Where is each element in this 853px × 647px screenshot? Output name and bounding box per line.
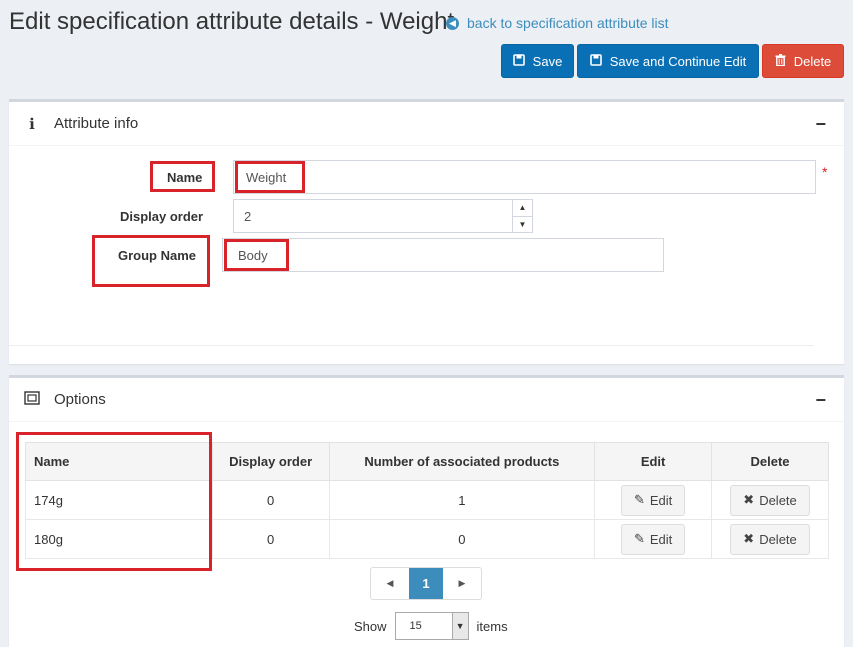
collapse-icon[interactable]: − <box>815 114 826 135</box>
display-order-input[interactable]: 2 ▲ ▼ <box>233 199 533 233</box>
page-title: Edit specification attribute details - W… <box>9 8 455 35</box>
items-label: items <box>476 618 508 634</box>
table-row: 174g 0 1 ✎ Edit ✖ Delete <box>25 480 829 520</box>
column-header-display-order[interactable]: Display order <box>211 442 330 481</box>
options-header[interactable]: Options − <box>9 378 844 422</box>
delete-button[interactable]: Delete <box>762 44 844 78</box>
display-order-value: 2 <box>244 208 252 224</box>
delete-row-button[interactable]: ✖ Delete <box>730 484 810 516</box>
column-header-delete: Delete <box>711 442 829 481</box>
edit-label: Edit <box>649 492 673 508</box>
next-page-button[interactable]: ▶ <box>443 568 481 599</box>
page-size-row: Show 15 ▼ items <box>354 612 508 640</box>
attribute-info-title: Attribute info <box>54 115 139 132</box>
arrow-circle-left-icon: ◀ <box>446 16 459 30</box>
delete-cell: ✖ Delete <box>711 519 829 559</box>
delete-cell: ✖ Delete <box>711 480 829 520</box>
back-to-list-link[interactable]: ◀ back to specification attribute list <box>446 15 669 31</box>
delete-row-label: Delete <box>759 492 797 508</box>
close-icon: ✖ <box>743 531 755 546</box>
name-input[interactable]: Weight <box>233 160 816 194</box>
delete-row-button[interactable]: ✖ Delete <box>730 523 810 555</box>
prev-page-button[interactable]: ◀ <box>371 568 409 599</box>
name-label: Name <box>167 170 203 185</box>
save-button[interactable]: Save <box>501 44 574 78</box>
edit-button[interactable]: ✎ Edit <box>620 523 686 555</box>
page-size-select[interactable]: 15 ▼ <box>394 612 469 640</box>
option-name-cell: 180g <box>25 519 213 559</box>
option-display-order-cell: 0 <box>211 519 330 559</box>
group-name-value: Body <box>238 247 268 263</box>
option-display-order-cell: 0 <box>211 480 330 520</box>
table-row: 180g 0 0 ✎ Edit ✖ Delete <box>25 519 829 559</box>
group-name-input[interactable]: Body <box>222 238 664 272</box>
name-input-value: Weight <box>246 169 287 185</box>
required-marker: * <box>822 164 828 180</box>
show-label: Show <box>354 618 387 634</box>
floppy-disk-icon <box>512 53 525 69</box>
column-header-associated-products[interactable]: Number of associated products <box>328 442 596 481</box>
edit-button[interactable]: ✎ Edit <box>620 484 686 516</box>
pencil-icon: ✎ <box>633 492 645 507</box>
display-order-spinner[interactable]: ▲ ▼ <box>512 200 532 232</box>
options-table: Name Display order Number of associated … <box>25 442 829 559</box>
display-order-label: Display order <box>120 209 204 224</box>
column-header-name[interactable]: Name <box>25 442 213 481</box>
save-continue-label: Save and Continue Edit <box>609 53 747 69</box>
option-name-cell: 174g <box>25 480 213 520</box>
table-header-row: Name Display order Number of associated … <box>25 442 829 481</box>
trash-icon <box>775 53 786 69</box>
edit-cell: ✎ Edit <box>594 480 713 520</box>
close-icon: ✖ <box>743 492 755 507</box>
info-icon: ℹ <box>29 115 35 133</box>
collapse-icon[interactable]: − <box>815 390 826 411</box>
edit-label: Edit <box>649 531 673 547</box>
options-title: Options <box>54 391 106 408</box>
chevron-up-icon[interactable]: ▲ <box>513 200 532 217</box>
option-associated-cell: 1 <box>328 480 596 520</box>
edit-cell: ✎ Edit <box>594 519 713 559</box>
back-link-label: back to specification attribute list <box>467 15 669 31</box>
image-frame-icon <box>23 390 41 409</box>
option-associated-cell: 0 <box>328 519 596 559</box>
column-header-edit: Edit <box>594 442 713 481</box>
pagination: ◀ 1 ▶ <box>370 567 482 600</box>
attribute-info-header[interactable]: ℹ Attribute info − <box>9 102 844 146</box>
floppy-disk-icon <box>589 53 602 69</box>
group-name-label: Group Name <box>118 248 197 263</box>
chevron-down-icon[interactable]: ▼ <box>513 217 532 233</box>
pencil-icon: ✎ <box>633 531 645 546</box>
delete-row-label: Delete <box>759 531 797 547</box>
save-label: Save <box>532 53 563 69</box>
page-button-current[interactable]: 1 <box>409 568 443 599</box>
panel-divider <box>9 345 814 346</box>
page-size-value: 15 <box>409 620 422 632</box>
save-continue-button[interactable]: Save and Continue Edit <box>577 44 759 78</box>
delete-label: Delete <box>793 53 832 69</box>
chevron-down-icon: ▼ <box>451 613 468 639</box>
